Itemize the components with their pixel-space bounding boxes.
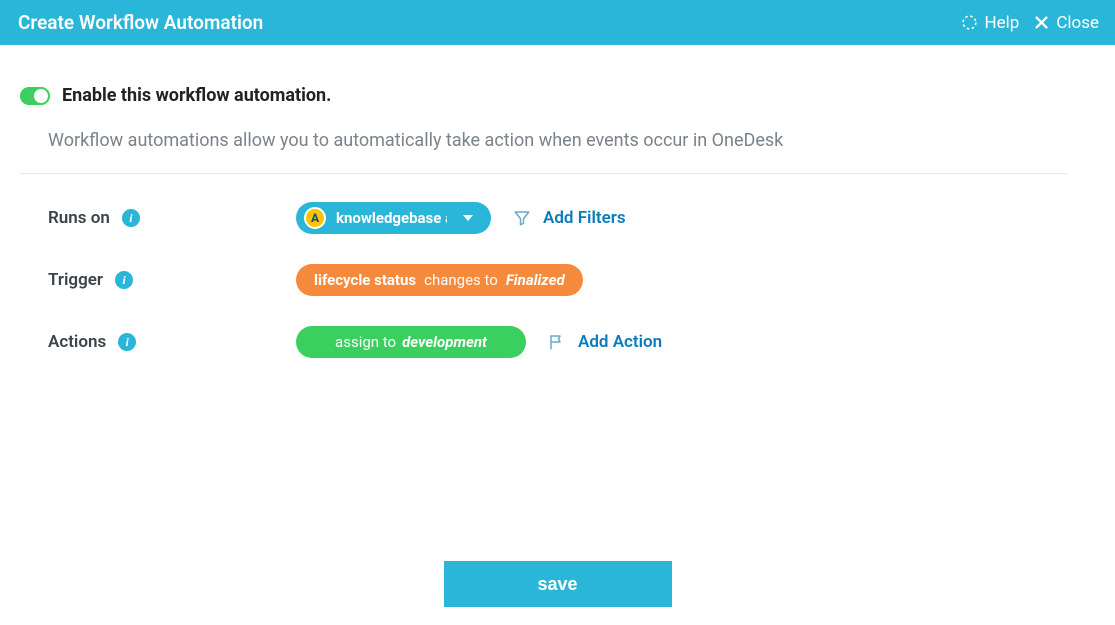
runs-on-content: A knowledgebase article Add Filters [296,202,626,234]
runs-on-label: Runs on [48,208,110,228]
enable-label: Enable this workflow automation. [62,85,331,106]
trigger-operator: changes to [424,271,498,289]
actions-row: Actions i assign to development Add Acti… [48,326,1067,358]
add-filters-button[interactable]: Add Filters [513,208,626,228]
add-filters-label: Add Filters [543,208,626,228]
config-section: Runs on i A knowledgebase article Add Fi… [48,202,1067,358]
info-icon[interactable]: i [115,271,133,289]
chevron-down-icon [463,215,473,221]
trigger-row: Trigger i lifecycle status changes to Fi… [48,264,1067,296]
runs-on-value: knowledgebase article [336,209,447,227]
add-action-button[interactable]: Add Action [548,332,662,352]
dialog-footer: save [0,561,1115,607]
dialog-title: Create Workflow Automation [18,11,263,34]
flag-icon [548,333,566,351]
runs-on-row: Runs on i A knowledgebase article Add Fi… [48,202,1067,234]
add-action-label: Add Action [578,332,662,352]
info-icon[interactable]: i [118,333,136,351]
actions-label: Actions [48,332,106,352]
trigger-value: Finalized [506,271,565,289]
actions-content: assign to development Add Action [296,326,662,358]
filter-icon [513,209,531,227]
header-actions: Help Close [961,13,1099,33]
dialog-body: Enable this workflow automation. Workflo… [0,45,1115,358]
dialog-header: Create Workflow Automation Help Close [0,0,1115,45]
enable-toggle[interactable] [20,87,50,105]
actions-label-group: Actions i [48,332,296,352]
trigger-content: lifecycle status changes to Finalized [296,264,583,296]
divider [20,173,1067,174]
runs-on-selector[interactable]: A knowledgebase article [296,202,491,234]
trigger-label-group: Trigger i [48,270,296,290]
action-value: development [402,333,487,351]
trigger-pill[interactable]: lifecycle status changes to Finalized [296,264,583,296]
info-icon[interactable]: i [122,209,140,227]
save-button[interactable]: save [444,561,672,607]
close-button[interactable]: Close [1033,13,1099,33]
help-label: Help [984,13,1019,33]
action-pill[interactable]: assign to development [296,326,526,358]
automation-description: Workflow automations allow you to automa… [48,130,1067,151]
enable-row: Enable this workflow automation. [20,85,1067,106]
knowledgebase-icon: A [304,207,326,229]
runs-on-label-group: Runs on i [48,208,296,228]
help-button[interactable]: Help [961,13,1019,33]
close-label: Close [1056,13,1099,33]
help-icon [961,14,978,31]
action-type: assign to [335,333,396,351]
close-icon [1033,14,1050,31]
trigger-label: Trigger [48,270,103,290]
trigger-field: lifecycle status [314,271,416,289]
